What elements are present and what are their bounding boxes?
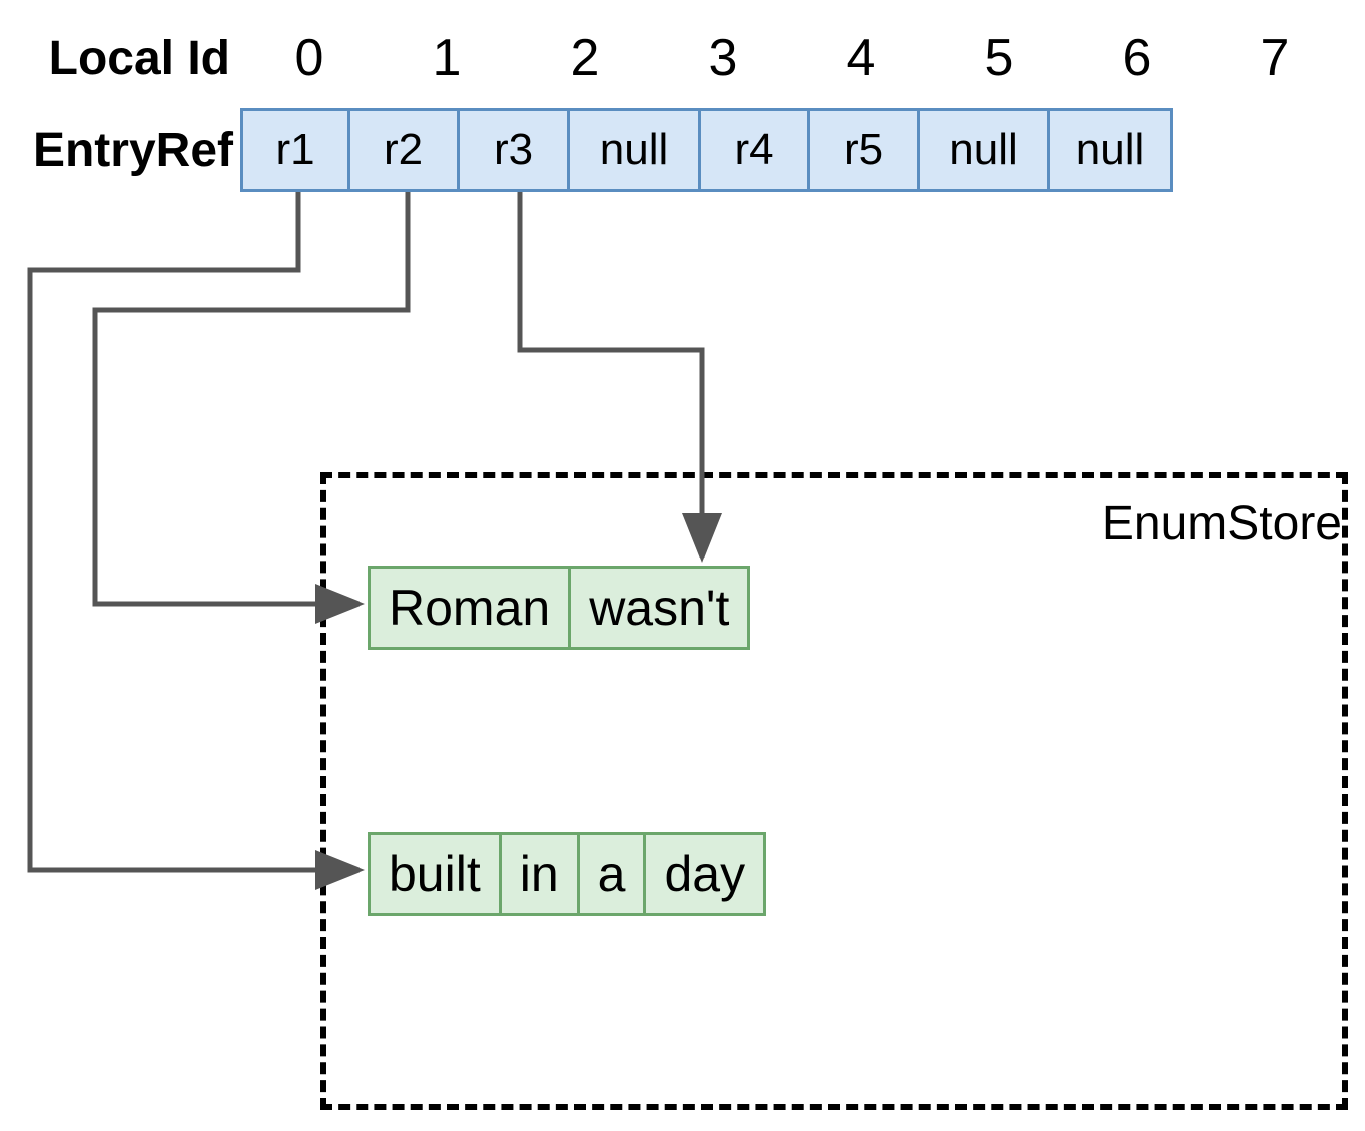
enum-word-wasnt: wasn't bbox=[568, 566, 750, 650]
enum-word-day: day bbox=[643, 832, 766, 916]
enum-row-0: Roman wasn't bbox=[368, 566, 750, 650]
entry-ref-row: EntryRef r1 r2 r3 null r4 r5 null null bbox=[0, 108, 1173, 192]
enum-word-built: built bbox=[368, 832, 502, 916]
entry-cell-4: r4 bbox=[698, 108, 810, 192]
entry-cell-1: r2 bbox=[347, 108, 460, 192]
entry-cell-2: r3 bbox=[457, 108, 570, 192]
local-id-label: Local Id bbox=[0, 31, 240, 86]
local-id-4: 4 bbox=[792, 28, 930, 88]
entry-cell-6: null bbox=[917, 108, 1050, 192]
local-id-row: Local Id 0 1 2 3 4 5 6 7 bbox=[0, 28, 1344, 88]
local-id-5: 5 bbox=[930, 28, 1068, 88]
enum-row-1: built in a day bbox=[368, 832, 766, 916]
local-id-3: 3 bbox=[654, 28, 792, 88]
entry-cell-0: r1 bbox=[240, 108, 350, 192]
entry-cell-3: null bbox=[567, 108, 701, 192]
entry-cell-7: null bbox=[1047, 108, 1173, 192]
enum-word-a: a bbox=[577, 832, 647, 916]
enum-word-roman: Roman bbox=[368, 566, 571, 650]
enum-word-in: in bbox=[499, 832, 580, 916]
entry-ref-label: EntryRef bbox=[0, 123, 243, 178]
entry-cell-5: r5 bbox=[807, 108, 920, 192]
local-id-0: 0 bbox=[240, 28, 378, 88]
diagram-container: Local Id 0 1 2 3 4 5 6 7 EntryRef r1 r2 … bbox=[0, 0, 1365, 1131]
arrow-r1-built bbox=[30, 192, 360, 870]
enum-store-label: EnumStore bbox=[1102, 496, 1342, 551]
local-id-2: 2 bbox=[516, 28, 654, 88]
local-id-7: 7 bbox=[1206, 28, 1344, 88]
local-id-6: 6 bbox=[1068, 28, 1206, 88]
local-id-1: 1 bbox=[378, 28, 516, 88]
